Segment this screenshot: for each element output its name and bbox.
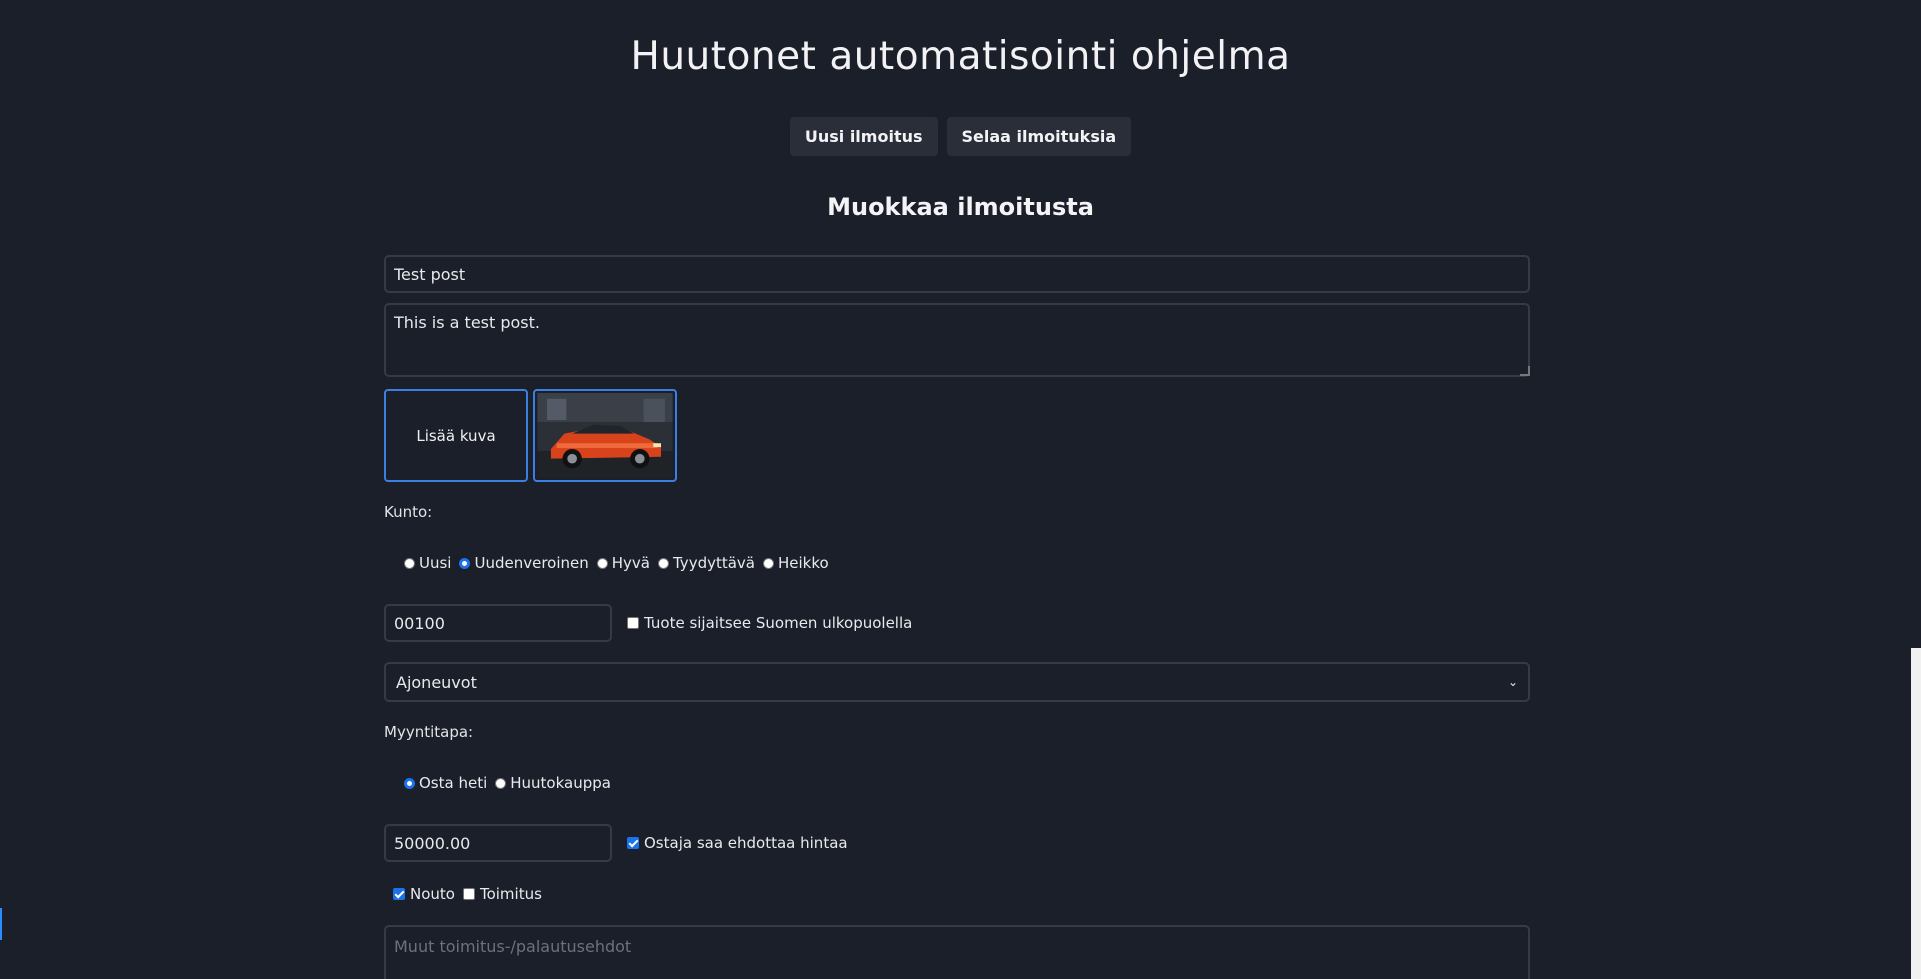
- page: Huutonet automatisointi ohjelma Uusi ilm…: [0, 0, 1921, 979]
- description-textarea[interactable]: This is a test post.: [384, 303, 1530, 377]
- radio-icon[interactable]: [763, 557, 774, 569]
- radio-icon[interactable]: [404, 777, 415, 789]
- scrollbar-thumb[interactable]: [1911, 648, 1921, 979]
- browse-listings-button[interactable]: Selaa ilmoituksia: [946, 117, 1132, 156]
- sale-type-radio-group: Osta heti Huutokauppa: [404, 774, 619, 792]
- condition-radio-group: Uusi Uudenveroinen Hyvä Tyydyttävä Heikk…: [404, 554, 837, 572]
- outside-finland-option[interactable]: Tuote sijaitsee Suomen ulkopuolella: [627, 614, 912, 632]
- chevron-down-icon: ⌄: [1507, 675, 1518, 689]
- condition-option-hyva[interactable]: Hyvä: [596, 554, 650, 572]
- condition-option-uusi[interactable]: Uusi: [404, 554, 451, 572]
- top-nav: Uusi ilmoitus Selaa ilmoituksia: [0, 117, 1921, 156]
- checkbox-icon[interactable]: [462, 888, 475, 900]
- form-heading: Muokkaa ilmoitusta: [827, 193, 1094, 221]
- condition-option-tyydyttava[interactable]: Tyydyttävä: [657, 554, 755, 572]
- pickup-option[interactable]: Nouto: [393, 885, 455, 903]
- radio-icon[interactable]: [596, 557, 608, 569]
- listing-image-thumbnail[interactable]: [533, 389, 677, 482]
- checkbox-icon[interactable]: [393, 888, 405, 900]
- radio-icon[interactable]: [657, 557, 669, 569]
- radio-icon[interactable]: [495, 777, 507, 789]
- checkbox-icon[interactable]: [627, 837, 639, 849]
- new-listing-button[interactable]: Uusi ilmoitus: [789, 117, 938, 156]
- sale-type-option-auction[interactable]: Huutokauppa: [495, 774, 611, 792]
- delivery-option[interactable]: Toimitus: [462, 885, 542, 903]
- add-image-button[interactable]: Lisää kuva: [384, 389, 528, 482]
- app-title: Huutonet automatisointi ohjelma: [630, 34, 1291, 79]
- title-input[interactable]: [384, 255, 1530, 293]
- sale-type-label: Myyntitapa:: [384, 723, 474, 741]
- focus-marker: [0, 908, 2, 940]
- radio-icon[interactable]: [404, 557, 415, 569]
- buyer-offer-option[interactable]: Ostaja saa ehdottaa hintaa: [627, 834, 848, 852]
- condition-label: Kunto:: [384, 503, 433, 521]
- checkbox-icon[interactable]: [627, 617, 639, 629]
- radio-icon[interactable]: [459, 557, 471, 569]
- terms-textarea[interactable]: [384, 925, 1530, 979]
- category-select[interactable]: Ajoneuvot ⌄: [384, 662, 1530, 702]
- car-image: [537, 393, 673, 478]
- sale-type-option-buy-now[interactable]: Osta heti: [404, 774, 487, 792]
- delivery-options: Nouto Toimitus: [393, 885, 550, 903]
- textarea-resize-handle[interactable]: [1520, 366, 1530, 376]
- price-input[interactable]: [384, 824, 612, 862]
- condition-option-uudenveroinen[interactable]: Uudenveroinen: [459, 554, 589, 572]
- postal-code-input[interactable]: [384, 604, 612, 642]
- condition-option-heikko[interactable]: Heikko: [763, 554, 829, 572]
